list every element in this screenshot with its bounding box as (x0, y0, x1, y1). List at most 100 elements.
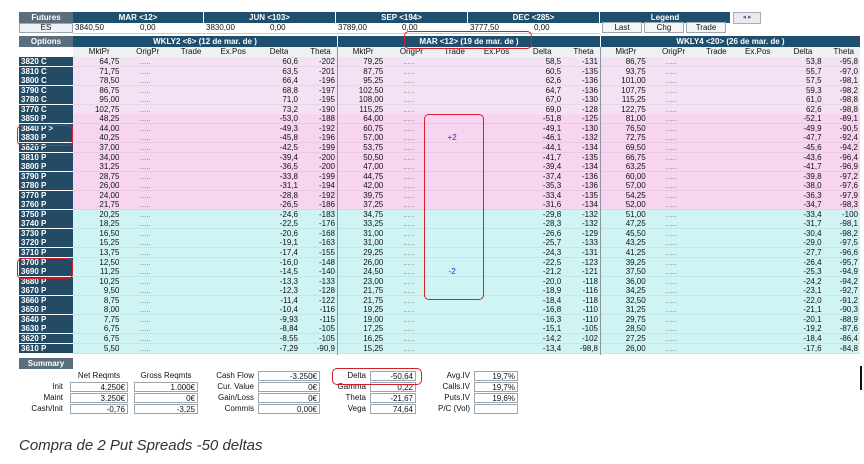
strike-label[interactable]: 3650 P (19, 305, 73, 315)
strike-label[interactable]: 3760 P (19, 200, 73, 210)
cell-trade[interactable] (696, 324, 731, 333)
cell-trade[interactable] (435, 315, 470, 324)
cell-trade[interactable] (171, 344, 206, 353)
strike-label[interactable]: 3770 C (19, 104, 73, 114)
futures-month-jun[interactable]: JUN <103> (204, 12, 335, 23)
cell-trade[interactable] (171, 153, 206, 162)
strike-label[interactable]: 3780 C (19, 95, 73, 105)
cell-trade[interactable] (696, 286, 731, 295)
strike-label[interactable]: 3750 P (19, 209, 73, 219)
cell-trade[interactable] (171, 124, 206, 133)
futures-symbol[interactable]: ES (19, 23, 73, 33)
cell-trade[interactable] (696, 124, 731, 133)
cell-trade[interactable] (171, 219, 206, 228)
cell-trade[interactable] (696, 305, 731, 314)
table-row[interactable]: 6,75..... -8,55 -105 16,25..... -14,2 -102 27,… (73, 333, 860, 344)
cell-trade[interactable] (696, 210, 731, 219)
strike-label[interactable]: 3800 C (19, 76, 73, 86)
cell-trade[interactable] (696, 181, 731, 190)
cell-trade[interactable] (696, 315, 731, 324)
column-header-trade[interactable]: Trade (172, 47, 210, 56)
cell-trade[interactable] (696, 162, 731, 171)
strike-label[interactable]: 3630 P (19, 324, 73, 334)
futures-month-mar[interactable]: MAR <12> (73, 12, 203, 23)
options-group-wkly2[interactable]: WKLY2 <6> (12 de mar. de ) (73, 36, 337, 47)
strike-label[interactable]: 3660 P (19, 295, 73, 305)
cell-trade[interactable] (696, 267, 731, 276)
cell-trade[interactable] (696, 334, 731, 343)
cell-trade[interactable] (435, 76, 470, 85)
cell-trade[interactable] (435, 324, 470, 333)
cell-trade[interactable] (171, 248, 206, 257)
cell-trade[interactable] (696, 191, 731, 200)
cell-trade[interactable] (171, 86, 206, 95)
cell-trade[interactable] (171, 172, 206, 181)
strike-label[interactable]: 3640 P (19, 314, 73, 324)
strike-label[interactable]: 3800 P (19, 162, 73, 172)
cell-trade[interactable] (171, 305, 206, 314)
cell-trade[interactable] (696, 57, 731, 66)
cell-trade[interactable] (171, 143, 206, 152)
strike-label[interactable]: 3710 P (19, 248, 73, 257)
table-row[interactable]: 95,00..... 71,0 -195 108,00..... 67,0 -130 115… (73, 95, 860, 106)
cell-trade[interactable] (435, 86, 470, 95)
cell-trade[interactable] (696, 95, 731, 104)
cell-trade[interactable] (171, 57, 206, 66)
strike-label[interactable]: 3620 P (19, 333, 73, 343)
cell-trade[interactable] (171, 277, 206, 286)
cell-trade[interactable] (171, 267, 206, 276)
column-header-expos[interactable]: Ex.Pos (210, 47, 256, 56)
cell-trade[interactable] (171, 324, 206, 333)
strike-label[interactable]: 3720 P (19, 238, 73, 248)
cell-trade[interactable] (696, 238, 731, 247)
cell-trade[interactable] (696, 200, 731, 209)
cell-trade[interactable] (171, 95, 206, 104)
cell-trade[interactable] (171, 200, 206, 209)
column-header-delta[interactable]: Delta (256, 47, 302, 56)
strike-label[interactable]: 3820 C (19, 57, 73, 66)
cell-trade[interactable] (171, 229, 206, 238)
cell-trade[interactable] (171, 76, 206, 85)
futures-month-dec[interactable]: DEC <285> (468, 12, 599, 23)
strike-label[interactable]: 3790 C (19, 85, 73, 95)
options-group-wkly4[interactable]: WKLY4 <20> (26 de mar. de ) (601, 36, 860, 47)
cell-trade[interactable] (696, 67, 731, 76)
cell-trade[interactable] (171, 286, 206, 295)
column-header-expos[interactable]: Ex.Pos (735, 47, 780, 56)
strike-label[interactable]: 3790 P (19, 171, 73, 181)
cell-trade[interactable] (696, 86, 731, 95)
cell-trade[interactable] (696, 258, 731, 267)
column-header-mktpr[interactable]: MktPr (602, 47, 650, 56)
column-header-origpr[interactable]: OrigPr (123, 47, 171, 56)
strike-label[interactable]: 3770 P (19, 190, 73, 200)
scroll-arrows-icon[interactable]: ◂ ▸ (733, 12, 761, 24)
legend-chg-button[interactable]: Chg (644, 22, 684, 33)
table-row[interactable]: 71,75..... 63,5 -201 87,75..... 60,5 -135 93,7… (73, 66, 860, 77)
strike-label[interactable]: 3810 P (19, 152, 73, 162)
strike-label[interactable]: 3670 P (19, 286, 73, 296)
column-header-theta[interactable]: Theta (826, 47, 862, 56)
cell-trade[interactable] (696, 76, 731, 85)
cell-trade[interactable] (696, 143, 731, 152)
table-row[interactable]: 78,50..... 66,4 -196 95,25..... 62,6 -136 101,… (73, 76, 860, 87)
cell-trade[interactable] (696, 229, 731, 238)
cell-trade[interactable] (696, 153, 731, 162)
legend-trade-button[interactable]: Trade (686, 22, 726, 33)
cell-trade[interactable] (435, 334, 470, 343)
cell-trade[interactable] (171, 162, 206, 171)
strike-label[interactable]: 3780 P (19, 181, 73, 191)
cell-trade[interactable] (696, 114, 731, 123)
column-header-theta[interactable]: Theta (302, 47, 339, 56)
cell-trade[interactable] (171, 191, 206, 200)
strike-label[interactable]: 3610 P (19, 343, 73, 353)
cell-trade[interactable] (171, 114, 206, 123)
cell-trade[interactable] (171, 334, 206, 343)
legend-last-button[interactable]: Last (602, 22, 642, 33)
cell-trade[interactable] (696, 172, 731, 181)
cell-trade[interactable] (696, 248, 731, 257)
table-row[interactable]: 64,75..... 60,6 -202 79,25..... 58,5 -131 86,7… (73, 57, 860, 67)
column-header-delta[interactable]: Delta (780, 47, 825, 56)
column-header-mktpr[interactable]: MktPr (339, 47, 387, 56)
cell-trade[interactable] (171, 181, 206, 190)
cell-trade[interactable] (435, 305, 470, 314)
